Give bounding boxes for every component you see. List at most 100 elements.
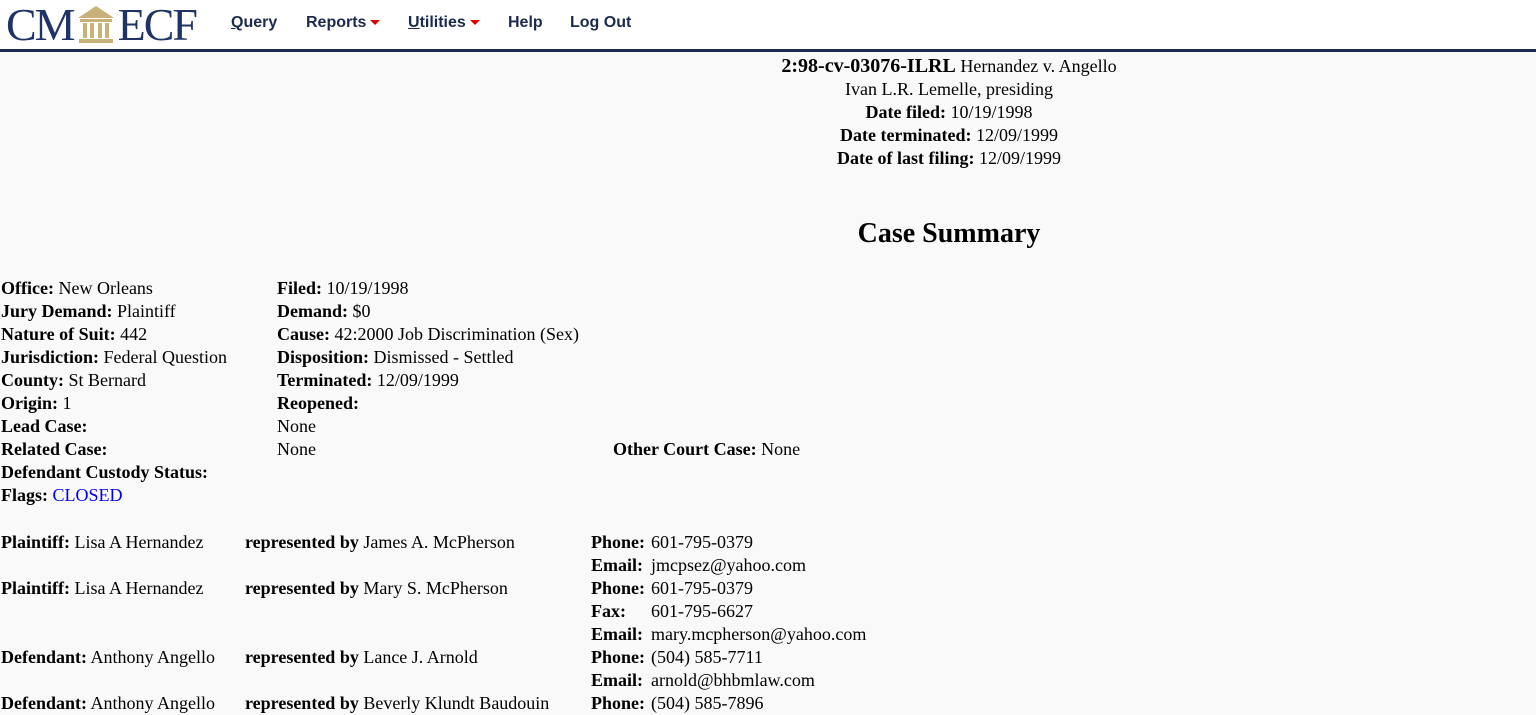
info-field: Demand: $0 [277, 300, 371, 323]
field-label: represented by [245, 532, 359, 552]
contact-value: arnold@bhbmlaw.com [651, 670, 815, 690]
label: Date filed: [865, 102, 946, 122]
contact: Phone: (504) 585-7711 [591, 646, 763, 669]
field-value: St Bernard [68, 370, 146, 390]
info-field: Related Case: [1, 438, 107, 461]
field-label: Plaintiff: [1, 578, 70, 598]
contact: Email: jmcpsez@yahoo.com [591, 554, 806, 577]
contact-value: (504) 585-7711 [651, 647, 763, 667]
date-filed: 10/19/1998 [950, 102, 1033, 122]
case-number: 2:98-cv-03076-ILRL [781, 55, 956, 77]
attorney: represented by James A. McPherson [245, 531, 515, 554]
info-field: Cause: 42:2000 Job Discrimination (Sex) [277, 323, 579, 346]
field-value: None [277, 439, 316, 459]
field-value: Mary S. McPherson [363, 578, 508, 598]
contact-value: mary.mcpherson@yahoo.com [651, 624, 867, 644]
contact-label: Email: [591, 555, 643, 575]
case-title: Hernandez v. Angello [960, 56, 1117, 76]
contact: Fax: 601-795-6627 [591, 600, 753, 623]
field-value: Plaintiff [117, 301, 176, 321]
party: Defendant: Anthony Angello [1, 646, 215, 669]
field-value: 12/09/1999 [376, 370, 459, 390]
info-field: Reopened: [277, 392, 359, 415]
info-field: Terminated: 12/09/1999 [277, 369, 459, 392]
field-value: Lance J. Arnold [363, 647, 478, 667]
field-value: Lisa A Hernandez [74, 578, 204, 598]
field-label: Defendant: [1, 647, 87, 667]
info-field: None [277, 415, 316, 438]
field-label: Defendant: [1, 693, 87, 713]
info-field: Defendant Custody Status: [1, 461, 208, 484]
party: Plaintiff: Lisa A Hernandez [1, 531, 203, 554]
contact-label: Fax: [591, 601, 626, 621]
info-field: Jury Demand: Plaintiff [1, 300, 176, 323]
contact-label: Email: [591, 670, 643, 690]
info-field: Lead Case: [1, 415, 88, 438]
party: Plaintiff: Lisa A Hernandez [1, 577, 203, 600]
attorney: represented by Lance J. Arnold [245, 646, 478, 669]
attorney: represented by Beverly Klundt Baudouin [245, 692, 549, 715]
access-key: U [408, 14, 420, 31]
field-label: Flags: [1, 485, 48, 505]
menu-query[interactable]: Query [231, 14, 277, 32]
caret-down-icon [370, 20, 381, 26]
field-value: Federal Question [103, 347, 227, 367]
info-field: Disposition: Dismissed - Settled [277, 346, 514, 369]
info-field: Other Court Case: None [613, 438, 800, 461]
label: Date of last filing: [837, 148, 975, 168]
info-field: County: St Bernard [1, 369, 146, 392]
contact: Phone: (504) 585-7896 [591, 692, 763, 715]
field-label: Defendant Custody Status: [1, 462, 209, 482]
field-value[interactable]: CLOSED [53, 485, 123, 505]
field-label: Other Court Case: [613, 439, 757, 459]
field-label: represented by [245, 693, 359, 713]
field-value: None [761, 439, 801, 459]
party: Defendant: Anthony Angello [1, 692, 215, 715]
field-label: Terminated: [277, 370, 373, 390]
contact-value: 601-795-0379 [651, 532, 753, 552]
courthouse-icon [77, 6, 114, 43]
contact-value: 601-795-0379 [651, 578, 753, 598]
info-field: Flags: CLOSED [1, 484, 123, 507]
field-value: Anthony Angello [90, 647, 216, 667]
field-label: Office: [1, 278, 54, 298]
menu-label: Reports [306, 14, 367, 31]
field-value: James A. McPherson [363, 532, 515, 552]
presiding-judge: Ivan L.R. Lemelle, presiding [845, 79, 1053, 99]
case-header: 2:98-cv-03076-ILRL Hernandez v. Angello … [362, 55, 1536, 170]
field-value: Anthony Angello [90, 693, 216, 713]
field-label: Origin: [1, 393, 58, 413]
field-label: Plaintiff: [1, 532, 70, 552]
info-field: None [277, 438, 316, 461]
field-label: Cause: [277, 324, 330, 344]
field-value: $0 [352, 301, 371, 321]
field-value: 10/19/1998 [326, 278, 409, 298]
field-value: New Orleans [58, 278, 153, 298]
label: Date terminated: [840, 125, 972, 145]
page-title: Case Summary [857, 218, 1041, 249]
top-nav: CM ECF Query Reports Utilities Help Log O… [0, 0, 1536, 52]
contact-value: 601-795-6627 [651, 601, 753, 621]
field-label: Disposition: [277, 347, 370, 367]
info-field: Jurisdiction: Federal Question [1, 346, 227, 369]
contact: Phone: 601-795-0379 [591, 531, 753, 554]
contact-label: Email: [591, 624, 643, 644]
field-label: Reopened: [277, 393, 359, 413]
field-value: 442 [120, 324, 148, 344]
cmecf-logo[interactable]: CM ECF [6, 0, 198, 50]
info-field: Filed: 10/19/1998 [277, 277, 409, 300]
field-value: 42:2000 Job Discrimination (Sex) [334, 324, 579, 344]
contact: Email: arnold@bhbmlaw.com [591, 669, 815, 692]
field-label: County: [1, 370, 65, 390]
menu-help[interactable]: Help [508, 14, 543, 32]
field-value: Lisa A Hernandez [74, 532, 204, 552]
contact-label: Phone: [591, 578, 645, 598]
menu-log-out[interactable]: Log Out [570, 14, 631, 32]
field-label: Related Case: [1, 439, 108, 459]
field-value: Beverly Klundt Baudouin [363, 693, 550, 713]
field-label: Jurisdiction: [1, 347, 100, 367]
field-value: Dismissed - Settled [373, 347, 514, 367]
menu-reports[interactable]: Reports [306, 14, 381, 32]
menu-utilities[interactable]: Utilities [408, 14, 480, 32]
menu-label: tilities [419, 14, 466, 31]
